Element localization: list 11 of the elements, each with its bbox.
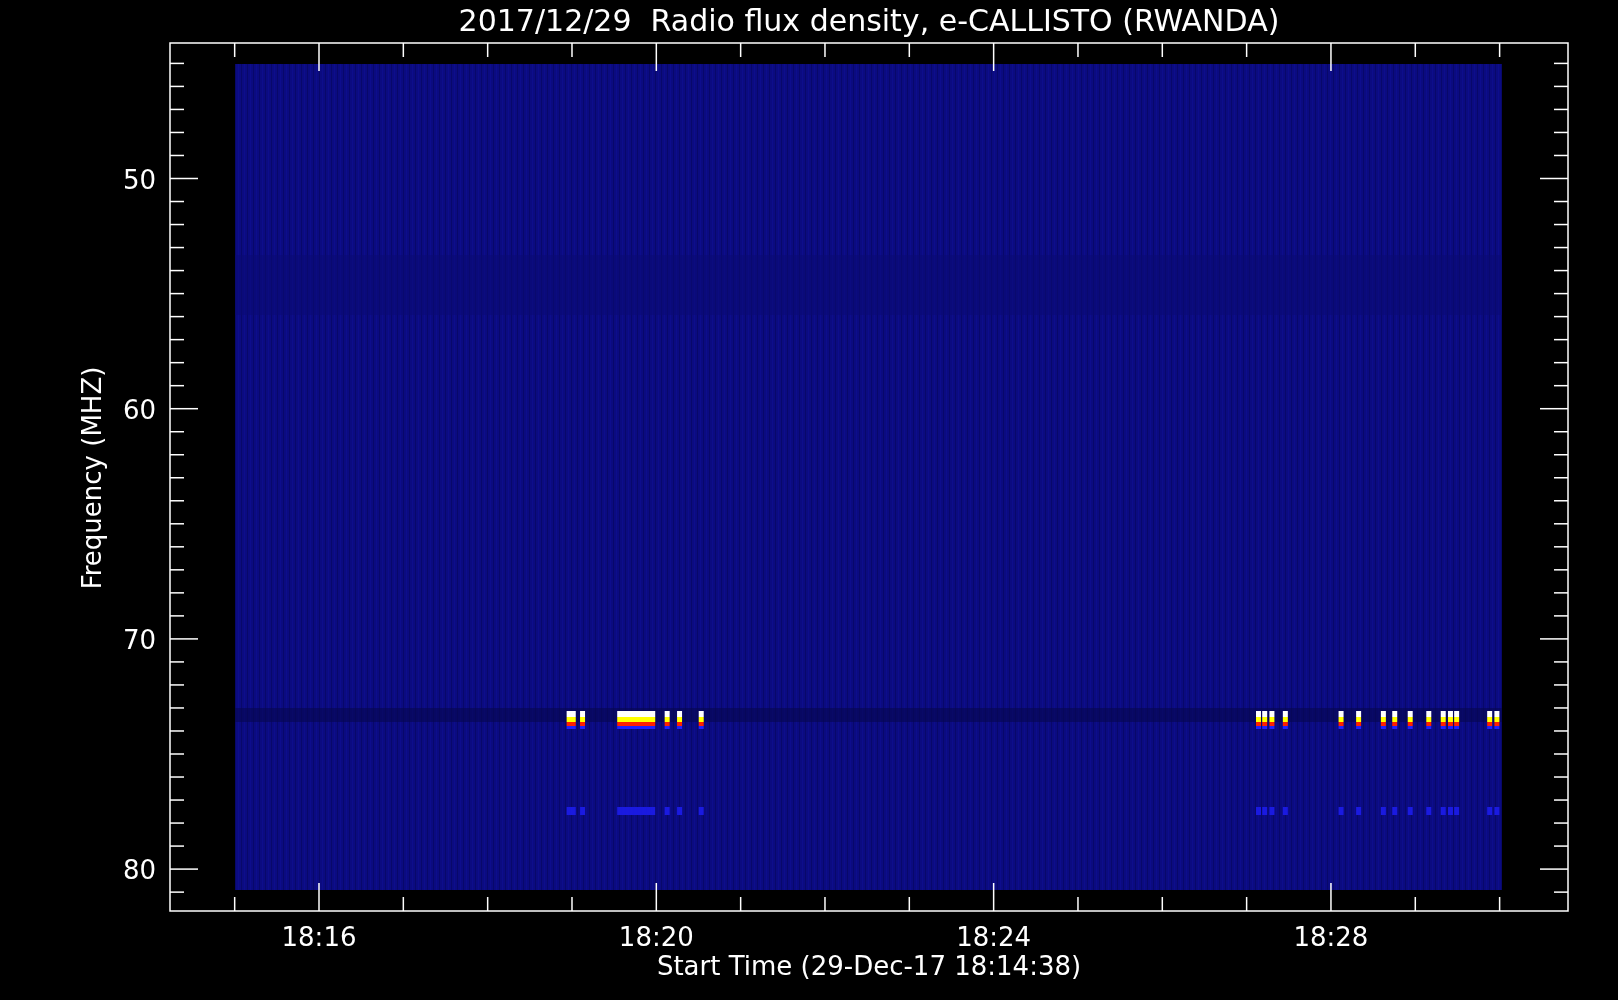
y-tick-label: 50 xyxy=(122,164,156,195)
x-tick-label: 18:16 xyxy=(281,922,357,952)
x-tick-label: 18:20 xyxy=(618,922,694,952)
chart-title: 2017/12/29 Radio flux density, e-CALLISTO (RWANDA) xyxy=(458,3,1280,38)
x-tick-label: 18:24 xyxy=(956,922,1032,952)
x-tick-label: 18:28 xyxy=(1293,922,1369,952)
y-tick-label: 80 xyxy=(122,855,156,886)
y-axis-label: Frequency (MHZ) xyxy=(77,366,107,590)
x-axis-label: Start Time (29-Dec-17 18:14:38) xyxy=(656,951,1082,981)
y-tick-label: 70 xyxy=(122,624,156,655)
y-tick-label: 60 xyxy=(122,394,156,425)
